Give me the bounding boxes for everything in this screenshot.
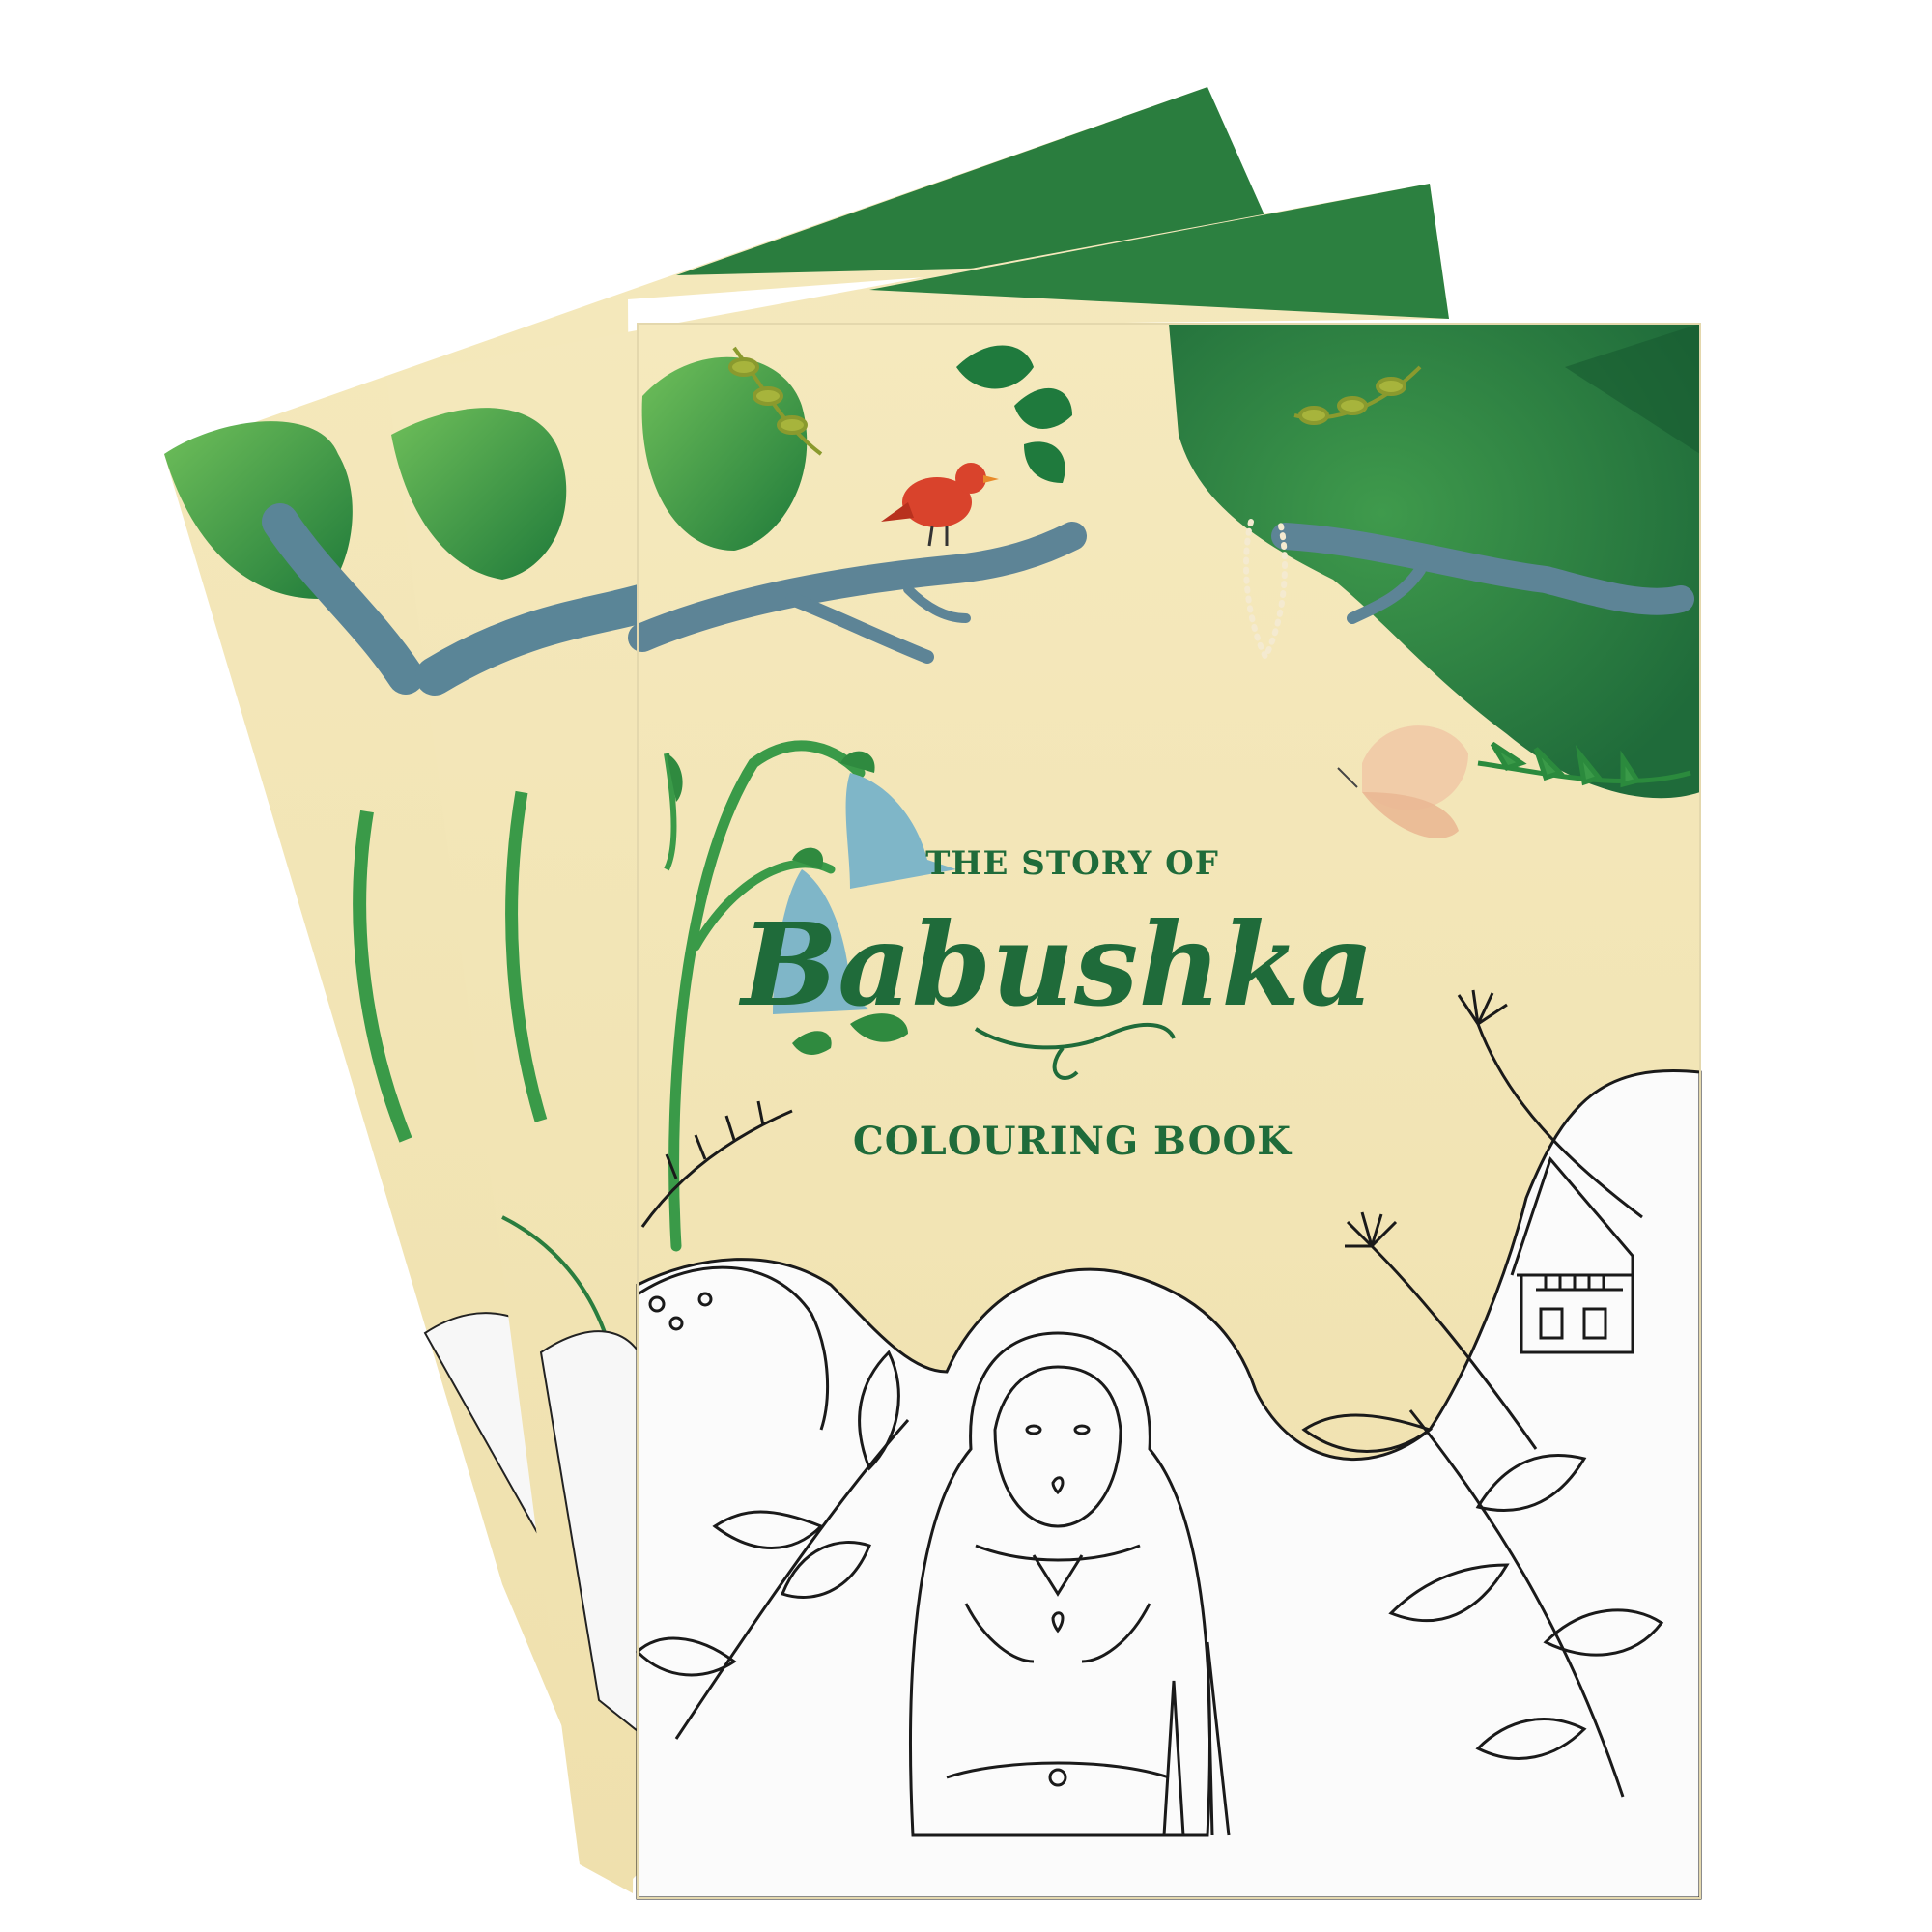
title-main: Babushka [739, 897, 1375, 1032]
book-cover-front[interactable] [628, 323, 1702, 1900]
colouring-book-scene: THE STORY OF Babushka COLOURING BOOK [164, 87, 1702, 1900]
title-bottom: COLOURING BOOK [853, 1119, 1292, 1164]
title-top: THE STORY OF [925, 844, 1219, 883]
